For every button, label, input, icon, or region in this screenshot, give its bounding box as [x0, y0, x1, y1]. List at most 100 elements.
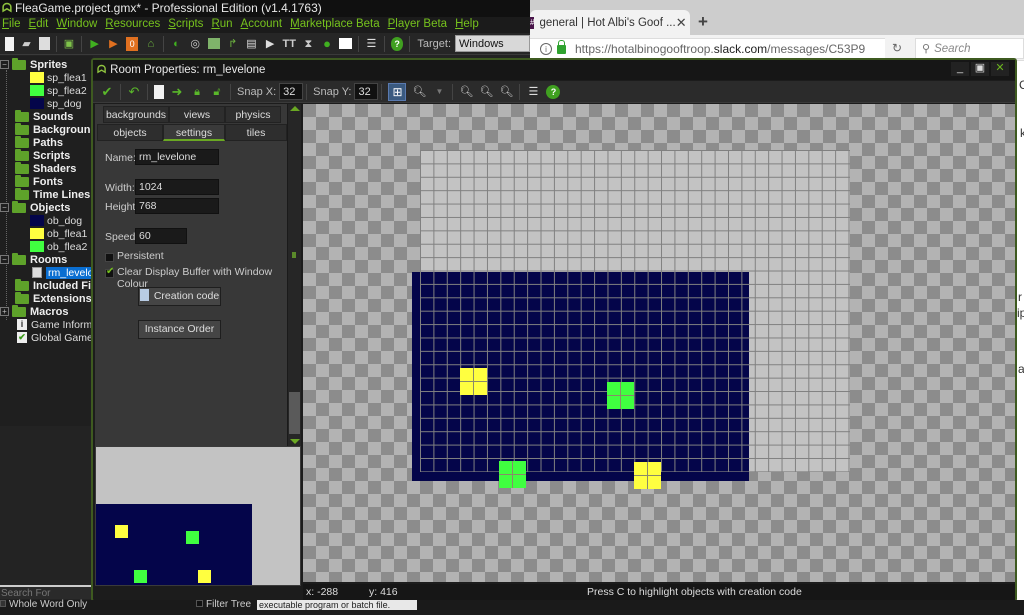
zoom-in-icon[interactable]: 🔍︎ [499, 85, 514, 99]
run-icon[interactable]: ▶ [88, 37, 101, 51]
menu-file[interactable]: File [2, 17, 21, 33]
lock-all-icon[interactable]: 🔒︎ [190, 85, 204, 99]
path-icon[interactable]: ↱ [226, 37, 239, 51]
snap-x-input[interactable]: 32 [279, 83, 304, 100]
tree-folder-scripts[interactable]: Scripts [15, 148, 70, 162]
tab-settings[interactable]: settings [163, 124, 225, 141]
tree-item-sp-flea1[interactable]: sp_flea1 [30, 71, 87, 84]
browser-tab[interactable]: # general | Hot Albi's Goof ... ✕ [530, 10, 690, 35]
resource-search-input[interactable]: Search For Resources... [0, 585, 93, 613]
tree-item-global-game-settings[interactable]: ✔Global Game Settings [17, 331, 93, 344]
whole-word-only-option[interactable]: Whole Word Only [0, 600, 87, 610]
room-settings-icon[interactable]: ☰ [526, 85, 540, 99]
zoom-reset-icon[interactable]: 🔍︎ [479, 85, 494, 99]
browser-search-input[interactable]: ⚲ Search [915, 38, 1024, 59]
clear-display-checkbox[interactable] [105, 266, 114, 278]
scroll-up-icon[interactable] [290, 106, 300, 111]
instance-order-button[interactable]: Instance Order [138, 320, 221, 339]
clear-room-icon[interactable] [154, 84, 164, 99]
tree-folder-included-files[interactable]: Included Files [15, 278, 93, 292]
shift-instances-icon[interactable]: ➜ [170, 84, 184, 99]
zoom-dropdown-icon[interactable]: 🔍︎ [412, 85, 427, 99]
background-icon[interactable] [207, 38, 221, 49]
clean-icon[interactable]: ⌂ [144, 37, 157, 51]
shader-icon[interactable]: ▶ [264, 37, 277, 51]
sprite-icon[interactable]: ◐ [170, 37, 183, 51]
tree-item-sp-dog[interactable]: sp_dog [30, 97, 81, 110]
filter-tree-option[interactable]: Filter Tree [196, 600, 251, 610]
url-bar[interactable]: i https://hotalbinogooftroop.slack.com/m… [530, 38, 885, 59]
script-icon[interactable]: ▤ [245, 37, 258, 51]
whole-word-checkbox[interactable] [0, 600, 6, 607]
maximize-icon[interactable]: ▣ [971, 62, 989, 76]
tree-folder-shaders[interactable]: Shaders [15, 161, 76, 175]
instance-ob-flea1[interactable] [460, 368, 487, 395]
close-icon[interactable]: ✕ [991, 62, 1009, 76]
tree-folder-extensions[interactable]: Extensions [15, 291, 92, 305]
save-icon[interactable] [38, 37, 50, 50]
snap-y-input[interactable]: 32 [354, 83, 379, 100]
tree-folder-backgrounds[interactable]: Backgrounds [15, 122, 93, 136]
tree-folder-sounds[interactable]: Sounds [15, 109, 73, 123]
expand-icon[interactable]: + [0, 307, 9, 316]
help-icon[interactable]: ? [546, 84, 561, 99]
stop-icon[interactable]: 0 [125, 36, 139, 51]
menu-scripts[interactable]: Scripts [168, 17, 203, 33]
zoom-out-icon[interactable]: 🔍︎ [459, 85, 474, 99]
sound-icon[interactable]: ◎ [189, 37, 202, 51]
minimize-icon[interactable]: _ [951, 62, 969, 76]
chevron-down-icon[interactable]: ▼ [432, 85, 446, 99]
menu-window[interactable]: Window [56, 17, 97, 33]
unlock-all-icon[interactable]: 🔓︎ [210, 85, 224, 99]
settings-icon[interactable]: ☰ [365, 37, 378, 51]
tree-item-ob-dog[interactable]: ob_dog [30, 214, 82, 227]
tab-views[interactable]: views [169, 106, 225, 123]
menu-marketplace[interactable]: Marketplace Beta [290, 17, 380, 33]
collapse-icon[interactable]: − [0, 60, 9, 69]
scroll-down-icon[interactable] [290, 439, 300, 444]
tree-item-ob-flea1[interactable]: ob_flea1 [30, 227, 87, 240]
url-text[interactable]: https://hotalbinogooftroop.slack.com/mes… [575, 42, 865, 56]
tab-backgrounds[interactable]: backgrounds [103, 106, 169, 123]
filter-tree-checkbox[interactable] [196, 600, 203, 607]
menu-account[interactable]: Account [241, 17, 283, 33]
confirm-check-icon[interactable]: ✔ [100, 84, 114, 99]
room-width-input[interactable]: 1024 [135, 179, 219, 195]
debug-icon[interactable]: ▶ [107, 37, 120, 51]
tree-folder-fonts[interactable]: Fonts [15, 174, 63, 188]
tree-folder-rooms[interactable]: − Rooms [0, 252, 67, 266]
target-select[interactable]: Windows [455, 35, 531, 52]
tree-folder-sprites[interactable]: − Sprites [0, 57, 67, 71]
tree-folder-objects[interactable]: − Objects [0, 200, 70, 214]
undo-icon[interactable]: ↶ [127, 84, 141, 99]
tab-objects[interactable]: objects [97, 124, 163, 141]
font-icon[interactable]: TT [283, 37, 296, 51]
room-canvas[interactable] [303, 104, 1015, 582]
menu-help[interactable]: Help [455, 17, 479, 33]
instance-ob-flea2[interactable] [499, 461, 526, 488]
tree-folder-timelines[interactable]: Time Lines [15, 187, 90, 201]
instance-ob-flea2[interactable] [607, 382, 634, 409]
properties-scrollbar[interactable] [287, 104, 301, 446]
creation-code-button[interactable]: Creation code [138, 287, 221, 306]
room-height-input[interactable]: 768 [135, 198, 219, 214]
grid-toggle-icon[interactable]: ⊞ [388, 82, 407, 101]
room-speed-input[interactable]: 60 [135, 228, 187, 244]
publish-icon[interactable]: ▣ [63, 37, 76, 51]
site-info-icon[interactable]: i [540, 42, 552, 55]
instance-ob-flea1[interactable] [634, 462, 661, 489]
menu-run[interactable]: Run [211, 17, 232, 33]
room-icon[interactable] [339, 38, 353, 49]
menu-resources[interactable]: Resources [105, 17, 160, 33]
open-icon[interactable]: ▰ [20, 37, 33, 51]
tab-physics[interactable]: physics [225, 106, 281, 123]
help-icon[interactable]: ? [390, 36, 404, 51]
collapse-icon[interactable]: − [0, 255, 9, 264]
scroll-thumb[interactable] [289, 392, 300, 434]
persistent-checkbox[interactable] [105, 253, 114, 262]
tree-item-ob-flea2[interactable]: ob_flea2 [30, 240, 87, 253]
new-file-icon[interactable] [5, 36, 15, 51]
reload-icon[interactable]: ↻ [892, 41, 902, 55]
room-name-input[interactable]: rm_levelone [135, 149, 219, 165]
tree-item-game-information[interactable]: iGame Information [17, 318, 93, 331]
